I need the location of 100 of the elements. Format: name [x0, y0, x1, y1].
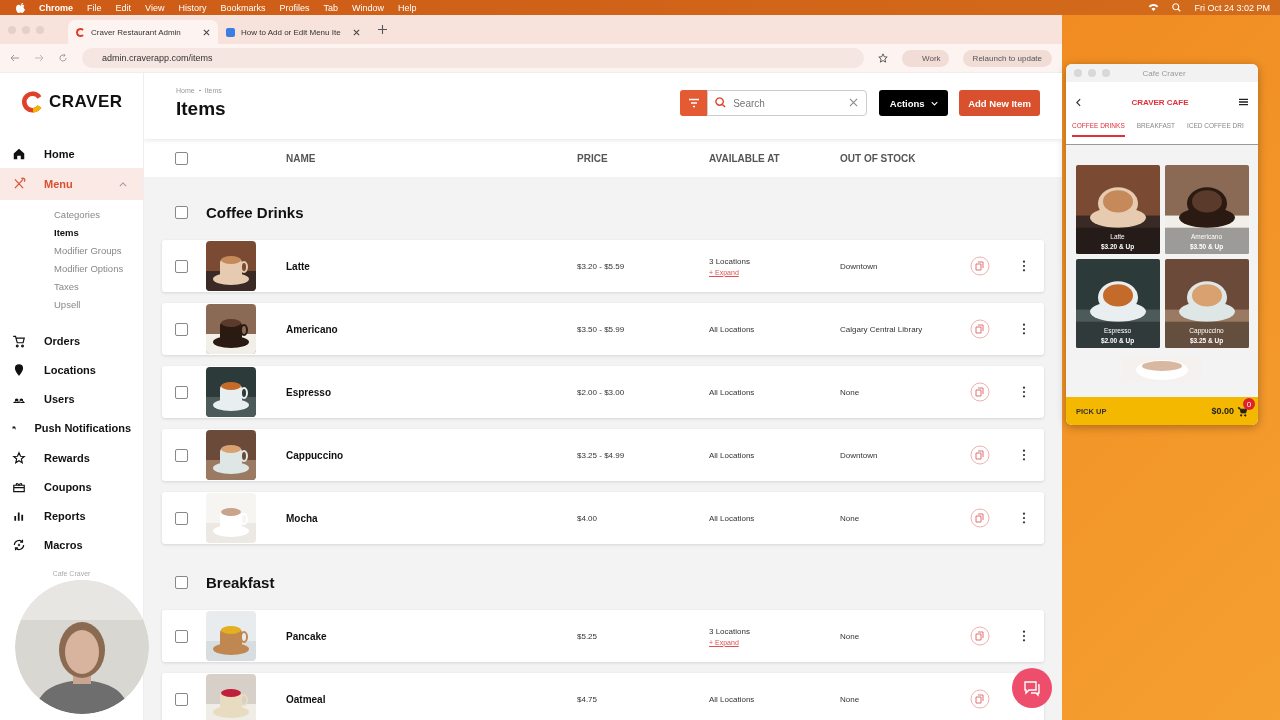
- duplicate-icon[interactable]: [970, 445, 990, 465]
- menu-bar-item[interactable]: Bookmarks: [220, 2, 266, 13]
- row-checkbox[interactable]: [175, 692, 188, 706]
- price-cell-text: $3.50 - $5.99: [577, 324, 626, 334]
- group-checkbox[interactable]: [175, 575, 188, 589]
- menu-bar-item[interactable]: Help: [398, 2, 417, 13]
- chevron-icon[interactable]: [119, 181, 127, 187]
- sidebar-item[interactable]: Push Notifications: [0, 413, 143, 443]
- submenu-item[interactable]: Modifier Options: [54, 260, 143, 279]
- duplicate-icon[interactable]: [970, 508, 990, 528]
- item-name[interactable]: Americano: [286, 323, 577, 335]
- star-icon: [12, 450, 26, 465]
- price-cell-text: $5.25: [577, 631, 599, 641]
- star-icon[interactable]: [878, 53, 889, 63]
- submenu-item[interactable]: Modifier Groups: [54, 242, 143, 261]
- logo-icon: [22, 91, 44, 113]
- sidebar-item[interactable]: Coupons: [0, 472, 143, 502]
- add-item-button[interactable]: Add New Item: [959, 90, 1040, 116]
- sidebar-item[interactable]: Locations: [0, 355, 143, 385]
- item-name[interactable]: Espresso: [286, 386, 577, 398]
- row-checkbox[interactable]: [175, 322, 188, 336]
- address-bar[interactable]: admin.craverapp.com/items: [82, 48, 865, 68]
- menu-bar-item[interactable]: Tab: [323, 2, 338, 13]
- cycle-icon: [12, 538, 26, 553]
- menu-icon[interactable]: [1239, 98, 1248, 106]
- category-title: Coffee Drinks: [206, 203, 304, 221]
- clear-icon[interactable]: [849, 98, 859, 107]
- out-of-stock-cell-text: None: [840, 631, 861, 641]
- price-cell-text: $3.25 - $4.99: [577, 450, 626, 460]
- more-options-icon[interactable]: [1022, 512, 1026, 524]
- row-checkbox[interactable]: [175, 629, 188, 643]
- item-row[interactable]: Mocha $4.00 All Locations None: [162, 492, 1044, 544]
- filter-button[interactable]: [680, 90, 708, 116]
- item-row[interactable]: Espresso $2.00 - $3.00 All Locations None: [162, 366, 1044, 418]
- item-row[interactable]: Americano $3.50 - $5.99 All Locations Calgary Central Library: [162, 303, 1044, 355]
- row-checkbox[interactable]: [175, 511, 188, 525]
- window-title: Cafe Craver: [1141, 68, 1187, 78]
- availability-cell-text: All Locations: [709, 387, 756, 397]
- menu-bar-item[interactable]: Edit: [115, 2, 132, 13]
- more-options-icon[interactable]: [1022, 386, 1026, 398]
- group-checkbox[interactable]: [175, 205, 188, 219]
- item-row[interactable]: Oatmeal $4.75 All Locations None: [162, 673, 1044, 720]
- availability-cell-text: All Locations: [709, 450, 756, 460]
- item-name[interactable]: Latte: [286, 260, 577, 272]
- wifi-icon[interactable]: [1148, 3, 1160, 12]
- row-checkbox[interactable]: [175, 385, 188, 399]
- item-name[interactable]: Pancake: [286, 630, 577, 642]
- sidebar-item[interactable]: Reports: [0, 501, 143, 531]
- reload-icon[interactable]: [58, 53, 68, 63]
- availability-cell-text: All Locations: [709, 694, 756, 704]
- new-tab-icon[interactable]: [378, 25, 387, 34]
- more-options-icon[interactable]: [1022, 260, 1026, 272]
- sidebar-item[interactable]: Rewards: [0, 442, 143, 473]
- browser-tab[interactable]: How to Add or Edit Menu Ite: [218, 20, 368, 44]
- item-row[interactable]: Cappuccino $3.25 - $4.99 All Locations Downtown: [162, 429, 1044, 481]
- relaunch-button[interactable]: Relaunch to update: [962, 49, 1052, 67]
- sidebar-item[interactable]: Orders: [0, 326, 143, 356]
- duplicate-icon[interactable]: [970, 319, 990, 339]
- app-menu[interactable]: Chrome: [39, 2, 73, 13]
- menu-bar-item[interactable]: File: [87, 2, 102, 13]
- sidebar-item[interactable]: Macros: [0, 530, 143, 560]
- close-icon[interactable]: [353, 28, 360, 36]
- duplicate-icon[interactable]: [970, 256, 990, 276]
- select-all-checkbox[interactable]: [175, 151, 188, 165]
- more-options-icon[interactable]: [1022, 449, 1026, 461]
- more-options-icon[interactable]: [1022, 323, 1026, 335]
- menu-bar-item[interactable]: History: [178, 2, 207, 13]
- duplicate-icon[interactable]: [970, 382, 990, 402]
- close-icon[interactable]: [203, 28, 210, 36]
- back-icon[interactable]: [1076, 97, 1081, 107]
- menu-bar-item[interactable]: Profiles: [279, 2, 310, 13]
- submenu-item[interactable]: Taxes: [54, 278, 143, 297]
- submenu-item[interactable]: Categories: [54, 206, 143, 225]
- chat-button[interactable]: [1012, 668, 1052, 708]
- sidebar-item[interactable]: Menu: [0, 168, 143, 201]
- actions-button[interactable]: Actions: [879, 90, 949, 116]
- item-name[interactable]: Oatmeal: [286, 693, 577, 705]
- menu-bar-item[interactable]: View: [145, 2, 165, 13]
- search-icon[interactable]: [1171, 3, 1183, 12]
- sidebar-item[interactable]: Users: [0, 384, 143, 414]
- row-checkbox[interactable]: [175, 448, 188, 462]
- profile-button[interactable]: Work: [902, 49, 949, 67]
- out-of-stock-cell-text: None: [840, 694, 861, 704]
- forward-icon[interactable]: [34, 53, 44, 63]
- submenu-item[interactable]: Items: [54, 224, 143, 243]
- sidebar-item[interactable]: Home: [0, 139, 143, 169]
- apple-icon[interactable]: [16, 2, 25, 13]
- search-field[interactable]: Search: [707, 90, 868, 116]
- item-name[interactable]: Cappuccino: [286, 449, 577, 461]
- duplicate-icon[interactable]: [970, 689, 990, 709]
- menu-bar-item[interactable]: Window: [351, 2, 384, 13]
- row-checkbox[interactable]: [175, 259, 188, 273]
- more-options-icon[interactable]: [1022, 630, 1026, 642]
- availability-cell-text: All Locations: [709, 324, 756, 334]
- column-header: OUT OF STOCK: [840, 152, 917, 164]
- browser-tab[interactable]: Craver Restaurant Admin: [68, 20, 218, 44]
- submenu-item[interactable]: Upsell: [54, 296, 143, 315]
- item-name[interactable]: Mocha: [286, 512, 577, 524]
- cart-icon[interactable]: [1237, 405, 1248, 417]
- duplicate-icon[interactable]: [970, 626, 990, 646]
